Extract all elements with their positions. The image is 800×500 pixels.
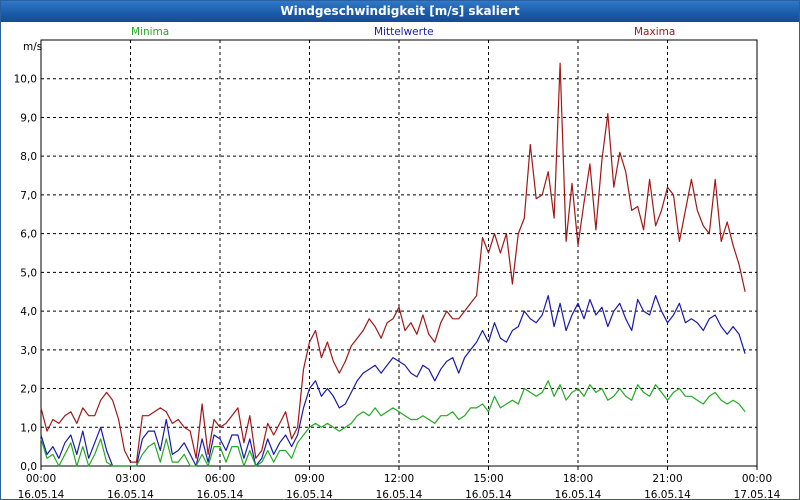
y-axis-label: m/s [23, 41, 42, 53]
chart-grid [41, 40, 757, 466]
x-tick-date: 16.05.14 [18, 489, 65, 499]
wind-speed-chart: 0,0 1,0 2,0 3,0 4,0 5,0 6,0 7,0 8,0 9,0 10,0 00:00… [14, 26, 781, 499]
window-title: Windgeschwindigkeit [m/s] skaliert [1, 1, 799, 22]
legend-minima: Minima [131, 26, 169, 38]
y-tick-label: 2,0 [20, 384, 37, 396]
y-tick-label: 4,0 [20, 306, 37, 318]
legend-mittelwerte: Mittelwerte [374, 26, 434, 38]
y-tick-label: 3,0 [20, 345, 37, 357]
y-tick-label: 10,0 [14, 74, 37, 86]
x-tick-date: 16.05.14 [465, 489, 512, 499]
x-tick-time: 18:00 [563, 473, 593, 485]
legend-maxima: Maxima [634, 26, 675, 38]
series-line-maxima [40, 62, 746, 463]
x-tick-time: 15:00 [473, 473, 503, 485]
x-axis-ticks: 00:00 16.05.14 03:00 16.05.14 06:00 16.05.14 0… [18, 466, 781, 499]
x-tick-date: 16.05.14 [376, 489, 423, 499]
x-tick-time: 12:00 [384, 473, 414, 485]
x-tick-time: 03:00 [115, 473, 145, 485]
x-tick-time: 21:00 [652, 473, 682, 485]
y-tick-label: 0,0 [20, 461, 37, 473]
chart-window: Windgeschwindigkeit [m/s] skaliert 0,0 1,… [0, 0, 800, 500]
x-tick-date: 17.05.14 [734, 489, 781, 499]
x-tick-date: 16.05.14 [555, 489, 602, 499]
series-line-mittelwerte [40, 295, 746, 467]
y-axis-ticks: 0,0 1,0 2,0 3,0 4,0 5,0 6,0 7,0 8,0 9,0 10,0 [14, 74, 37, 473]
x-tick-time: 00:00 [742, 473, 772, 485]
y-tick-label: 5,0 [20, 267, 37, 279]
series-layer [40, 62, 746, 467]
x-tick-date: 16.05.14 [644, 489, 691, 499]
x-tick-date: 16.05.14 [286, 489, 333, 499]
y-tick-label: 6,0 [20, 229, 37, 241]
y-tick-label: 8,0 [20, 151, 37, 163]
y-tick-label: 1,0 [20, 422, 37, 434]
x-tick-time: 00:00 [26, 473, 56, 485]
series-line-minima [40, 380, 746, 467]
y-tick-label: 7,0 [20, 190, 37, 202]
x-tick-date: 16.05.14 [197, 489, 244, 499]
x-tick-time: 06:00 [205, 473, 235, 485]
y-tick-label: 9,0 [20, 112, 37, 124]
x-tick-time: 09:00 [294, 473, 324, 485]
x-tick-date: 16.05.14 [107, 489, 154, 499]
